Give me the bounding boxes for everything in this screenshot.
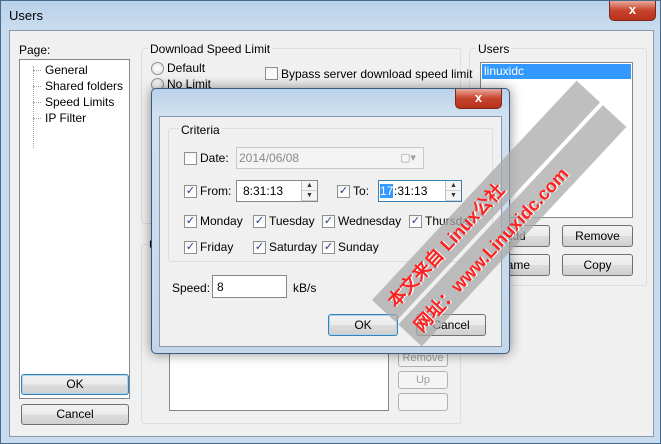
users-label: Users — [476, 42, 512, 56]
from-label: From: — [200, 184, 232, 198]
cancel-button[interactable]: Cancel — [21, 404, 129, 425]
ok-label: OK — [66, 377, 84, 391]
spin-down-icon[interactable]: ▼ — [446, 191, 461, 201]
copy-user-button[interactable]: Copy — [562, 254, 633, 276]
to-spinner[interactable]: ▲ ▼ — [445, 181, 461, 201]
cancel-label: Cancel — [56, 407, 94, 421]
date-value: 2014/06/08 — [239, 151, 300, 165]
saturday-checkbox[interactable]: ✓ — [253, 241, 266, 254]
user-item[interactable]: linuxidc — [482, 64, 631, 79]
default-radio-label: Default — [167, 61, 206, 75]
speed-unit: kB/s — [293, 281, 317, 295]
tree-item-general[interactable]: General — [45, 63, 88, 77]
to-time-input[interactable]: 17 :31:13 ▲ ▼ — [378, 180, 462, 202]
wednesday-label: Wednesday — [338, 214, 402, 228]
date-checkbox[interactable] — [184, 152, 197, 165]
spin-down-icon[interactable]: ▼ — [302, 191, 317, 201]
window-title: Users — [9, 8, 43, 23]
spin-up-icon[interactable]: ▲ — [446, 181, 461, 191]
remove-user-button[interactable]: Remove — [562, 225, 633, 247]
from-spinner[interactable]: ▲ ▼ — [301, 181, 317, 201]
from-time-value: 8:31:13 — [243, 184, 284, 198]
tree-item-ip-filter[interactable]: IP Filter — [45, 111, 86, 125]
monday-label: Monday — [200, 214, 243, 228]
from-time-input[interactable]: 8:31:13 ▲ ▼ — [236, 180, 318, 202]
upload-up-button[interactable]: Up — [398, 371, 448, 389]
tree-branch — [33, 70, 41, 71]
friday-checkbox[interactable]: ✓ — [184, 241, 197, 254]
tree-item-shared-folders[interactable]: Shared folders — [45, 79, 123, 93]
speed-input[interactable]: 8 — [212, 275, 287, 298]
page-tree[interactable]: General Shared folders Speed Limits IP F… — [19, 59, 130, 399]
sunday-checkbox[interactable]: ✓ — [322, 241, 335, 254]
calendar-icon[interactable]: ▢▾ — [400, 151, 416, 164]
dialog-close-button[interactable]: x — [455, 89, 502, 109]
tree-branch — [33, 102, 41, 103]
download-speed-label: Download Speed Limit — [148, 42, 273, 56]
sunday-label: Sunday — [338, 240, 379, 254]
dialog-ok-label: OK — [354, 318, 372, 332]
close-icon: x — [474, 90, 483, 105]
to-checkbox[interactable]: ✓ — [337, 185, 350, 198]
wednesday-checkbox[interactable]: ✓ — [322, 215, 335, 228]
to-label: To: — [353, 184, 370, 198]
criteria-label: Criteria — [179, 123, 222, 137]
upload-down-button[interactable] — [398, 393, 448, 411]
spin-up-icon[interactable]: ▲ — [302, 181, 317, 191]
bypass-label: Bypass server download speed limit — [281, 67, 473, 81]
tuesday-label: Tuesday — [269, 214, 315, 228]
upload-up-label: Up — [415, 374, 431, 386]
ok-button[interactable]: OK — [21, 374, 129, 395]
dialog-client-area: Criteria Date: 2014/06/08 ▢▾ ✓ From: 8:3… — [159, 116, 502, 347]
remove-user-label: Remove — [575, 229, 620, 243]
tree-connector — [33, 66, 34, 148]
from-checkbox[interactable]: ✓ — [184, 185, 197, 198]
page-label: Page: — [19, 43, 51, 57]
tree-branch — [33, 86, 41, 87]
copy-user-label: Copy — [583, 258, 612, 272]
dialog-cancel-button[interactable]: Cancel — [416, 314, 486, 336]
thursday-checkbox[interactable]: ✓ — [409, 215, 422, 228]
saturday-label: Saturday — [269, 240, 318, 254]
date-picker[interactable]: 2014/06/08 ▢▾ — [236, 147, 424, 169]
thursday-label: Thursday — [425, 214, 476, 228]
close-icon: x — [628, 2, 637, 17]
friday-label: Friday — [200, 240, 234, 254]
monday-checkbox[interactable]: ✓ — [184, 215, 197, 228]
bypass-checkbox[interactable] — [265, 67, 278, 80]
tree-item-speed-limits[interactable]: Speed Limits — [45, 95, 114, 109]
to-time-rest: :31:13 — [394, 184, 428, 198]
default-radio[interactable] — [151, 62, 164, 75]
tree-branch — [33, 118, 41, 119]
tuesday-checkbox[interactable]: ✓ — [253, 215, 266, 228]
close-button[interactable]: x — [609, 1, 656, 21]
dialog-cancel-label: Cancel — [432, 318, 470, 332]
speed-value: 8 — [217, 280, 224, 294]
speed-label: Speed: — [172, 281, 211, 295]
dialog-ok-button[interactable]: OK — [328, 314, 398, 336]
speed-rule-dialog: x Criteria Date: 2014/06/08 ▢▾ ✓ From: 8… — [151, 88, 510, 354]
to-time-selected: 17 — [380, 184, 394, 198]
date-label: Date: — [200, 151, 229, 165]
